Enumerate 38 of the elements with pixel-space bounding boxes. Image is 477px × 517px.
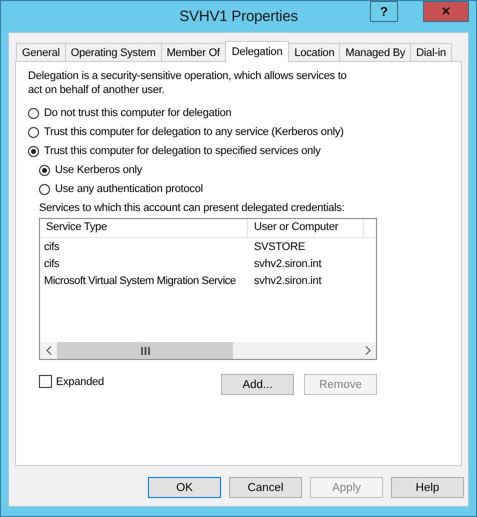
tab[interactable]: Managed By [339,43,412,61]
tab[interactable]: Delegation [224,41,290,62]
radio-option[interactable]: Use any authentication protocol [39,182,449,196]
column-header[interactable]: Service Type [40,219,248,237]
tab[interactable]: General [16,43,66,61]
dialog-button[interactable]: Help [391,477,464,498]
radio-icon[interactable] [28,108,39,118]
services-list[interactable]: Service Type User or Computer cifs SVSTORE cifs svhv2.siron.int Microsoft Virtual System Migration Service svhv2.siron.int [39,218,377,360]
table-cell-text: SVSTORE [253,240,306,252]
checkbox-icon[interactable] [39,375,52,388]
grip-icon [140,346,150,354]
radio-icon[interactable] [39,164,50,176]
scroll-thumb[interactable] [57,342,233,359]
tab[interactable]: Dial-in [410,43,452,61]
close-button[interactable]: × [423,1,469,22]
table-cell-text: Microsoft Virtual System Migration Service [43,274,237,286]
expanded-checkbox[interactable]: Expanded [39,375,104,388]
dialog-button[interactable]: Add... [221,374,294,395]
radio-icon[interactable] [28,126,39,138]
radio-option[interactable]: Do not trust this computer for delegation [28,106,449,120]
tab[interactable]: Operating System [64,43,162,61]
radio-option[interactable]: Trust this computer for delegation to specified services only [28,144,449,158]
table-cell-text: cifs [43,240,60,252]
window-title: SVHV1 Properties [179,8,298,25]
dialog-button[interactable]: OK [148,477,221,498]
column-header[interactable]: User or Computer [248,219,364,237]
description-text: Delegation is a security-sensitive operation, which allows services to act on behalf of another user. [28,69,348,97]
radio-option[interactable]: Use Kerberos only [39,163,449,177]
radio-option[interactable]: Trust this computer for delegation to any service (Kerberos only) [28,125,449,139]
dialog-button[interactable]: Cancel [229,477,302,498]
help-button[interactable]: ? [370,1,398,22]
table-cell-text: svhv2.siron.int [253,274,322,286]
radio-icon[interactable] [39,184,50,194]
radio-icon[interactable] [28,146,39,156]
services-label: Services to which this account can present delegated credentials: [39,202,346,214]
table-cell-text: cifs [43,258,60,270]
table-cell-text: svhv2.siron.int [253,258,322,270]
horizontal-scrollbar[interactable] [40,342,376,359]
